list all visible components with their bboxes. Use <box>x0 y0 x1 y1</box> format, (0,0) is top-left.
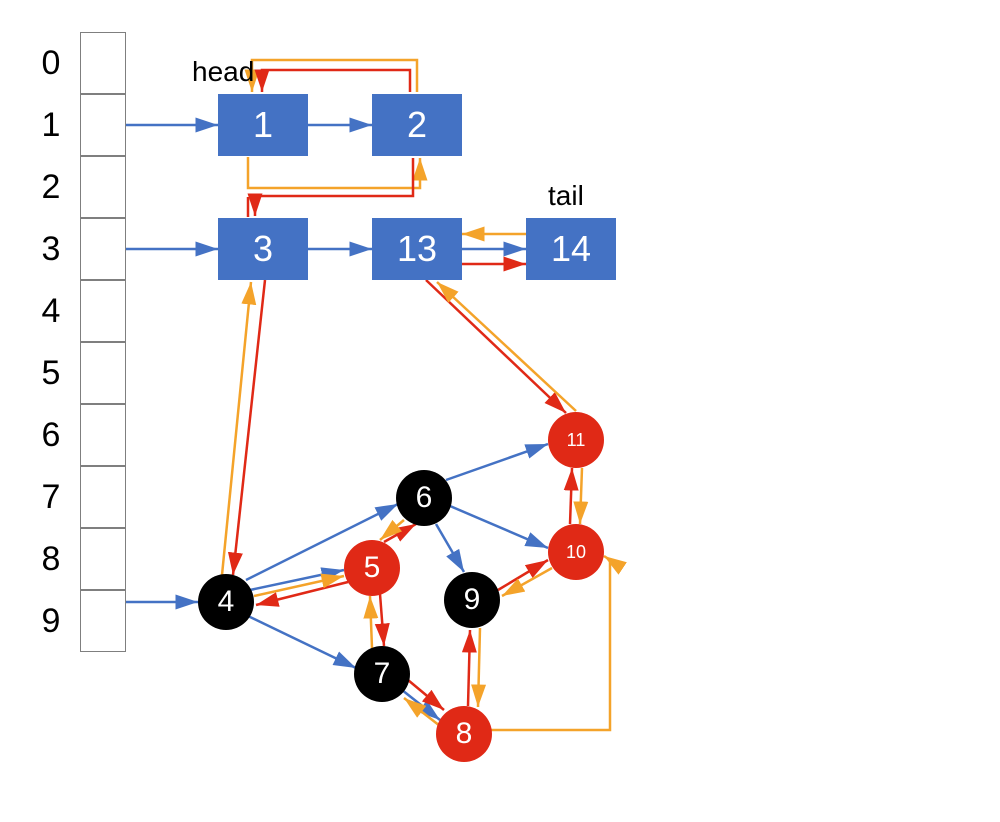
bucket-4 <box>80 280 126 342</box>
bucket-9 <box>80 590 126 652</box>
bucket-1 <box>80 94 126 156</box>
index-label-9: 9 <box>28 590 74 652</box>
tree-node-7: 7 <box>354 646 410 702</box>
index-label-1: 1 <box>28 94 74 156</box>
bucket-8 <box>80 528 126 590</box>
index-label-0: 0 <box>28 32 74 94</box>
diagram-canvas: { "annotations": { "head": "head", "tail… <box>0 0 1000 822</box>
bucket-5 <box>80 342 126 404</box>
index-label-7: 7 <box>28 466 74 528</box>
head-label: head <box>192 56 254 88</box>
tree-node-8: 8 <box>436 706 492 762</box>
index-label-8: 8 <box>28 528 74 590</box>
tree-node-6: 6 <box>396 470 452 526</box>
tree-node-10: 10 <box>548 524 604 580</box>
index-label-3: 3 <box>28 218 74 280</box>
tree-node-5: 5 <box>344 540 400 596</box>
bucket-6 <box>80 404 126 466</box>
index-label-6: 6 <box>28 404 74 466</box>
list-node-2: 2 <box>372 94 462 156</box>
index-label-4: 4 <box>28 280 74 342</box>
tree-node-11: 11 <box>548 412 604 468</box>
list-node-13: 13 <box>372 218 462 280</box>
bucket-3 <box>80 218 126 280</box>
list-node-1: 1 <box>218 94 308 156</box>
tail-label: tail <box>548 180 584 212</box>
bucket-2 <box>80 156 126 218</box>
edges-layer <box>0 0 1000 822</box>
index-label-2: 2 <box>28 156 74 218</box>
list-node-14: 14 <box>526 218 616 280</box>
bucket-7 <box>80 466 126 528</box>
index-label-5: 5 <box>28 342 74 404</box>
tree-node-4: 4 <box>198 574 254 630</box>
bucket-0 <box>80 32 126 94</box>
tree-node-9: 9 <box>444 572 500 628</box>
list-node-3: 3 <box>218 218 308 280</box>
